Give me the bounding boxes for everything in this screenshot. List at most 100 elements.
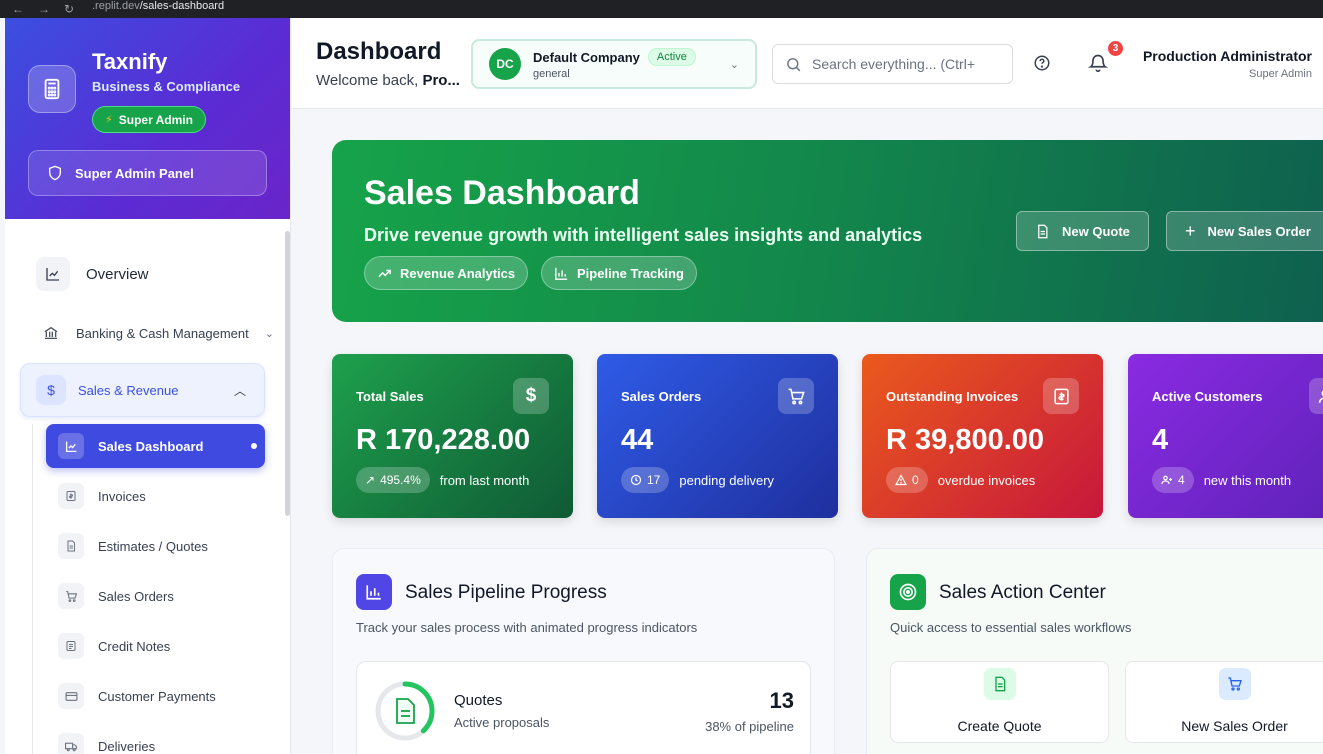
sidebar-item-label: Sales Orders (98, 588, 174, 604)
super-admin-panel-label: Super Admin Panel (75, 165, 194, 181)
sidebar-item-label: Sales Dashboard (98, 438, 204, 454)
new-quote-button[interactable]: New Quote (1016, 211, 1149, 251)
reload-icon[interactable]: ↻ (64, 2, 74, 16)
browser-nav: ← → ↻ (0, 2, 92, 16)
search-icon (787, 57, 801, 71)
pipeline-tracking-chip[interactable]: Pipeline Tracking (541, 256, 697, 290)
company-info: Default Company Active general (533, 48, 696, 80)
browser-bar: ← → ↻ .replit.dev/sales-dashboard (0, 0, 1323, 18)
users-icon (1309, 378, 1323, 414)
new-sales-order-button[interactable]: + New Sales Order (1166, 211, 1323, 251)
search-input[interactable]: Search everything... (Ctrl+ (772, 44, 1013, 84)
welcome-name: Pro... (422, 72, 460, 89)
quotes-count: 13 (769, 688, 794, 713)
document-icon (58, 533, 84, 559)
stat-value: 4 (1152, 424, 1169, 456)
stat-new-value: 4 (1178, 473, 1185, 487)
stat-label: Total Sales (356, 389, 424, 404)
action-label: Create Quote (957, 718, 1042, 734)
company-type: general (533, 68, 570, 80)
sidebar-item-customer-payments[interactable]: Customer Payments (46, 674, 265, 718)
sales-hero-banner: Sales Dashboard Drive revenue growth wit… (332, 140, 1323, 322)
sidebar-item-label: Estimates / Quotes (98, 538, 208, 554)
outstanding-invoices-card[interactable]: Outstanding Invoices R 39,800.00 0 overd… (862, 354, 1103, 518)
stat-overdue-badge: 0 (886, 467, 928, 493)
pipeline-subtitle: Track your sales process with animated p… (356, 620, 698, 635)
target-icon (890, 574, 926, 610)
stat-label: Sales Orders (621, 389, 702, 404)
dollar-icon: $ (36, 375, 66, 405)
document-icon (1038, 224, 1048, 238)
sidebar-item-label: Credit Notes (98, 638, 171, 654)
sidebar-item-label: Overview (86, 265, 149, 283)
create-quote-action[interactable]: Create Quote (890, 661, 1109, 743)
revenue-analytics-chip[interactable]: Revenue Analytics (364, 256, 529, 290)
url-prefix: .replit.dev (92, 0, 140, 12)
stat-footer: 17 pending delivery (621, 467, 774, 493)
sidebar-item-sales-revenue[interactable]: $ Sales & Revenue ︿ (20, 363, 265, 417)
user-role: Super Admin (1249, 68, 1312, 80)
sidebar-item-sales-orders[interactable]: Sales Orders (46, 574, 265, 618)
super-admin-badge: ⚡ Super Admin (92, 106, 206, 133)
bank-icon (36, 316, 66, 350)
super-admin-panel-button[interactable]: Super Admin Panel (28, 150, 267, 196)
chevron-down-icon: ⌄ (264, 327, 274, 340)
sidebar: Taxnify Business & Compliance ⚡ Super Ad… (5, 18, 291, 754)
warning-icon (895, 474, 907, 486)
sidebar-scrollbar[interactable] (285, 231, 290, 516)
total-sales-card[interactable]: Total Sales $ R 170,228.00 ↗ 495.4% from … (332, 354, 573, 518)
line-chart-icon (58, 433, 84, 459)
sidebar-item-estimates[interactable]: Estimates / Quotes (46, 524, 265, 568)
help-button[interactable] (1033, 54, 1051, 77)
sales-pipeline-panel: Sales Pipeline Progress Track your sales… (332, 548, 835, 754)
sales-action-center-panel: Sales Action Center Quick access to esse… (866, 548, 1323, 754)
chip-label: Revenue Analytics (400, 265, 516, 281)
new-sales-order-action[interactable]: New Sales Order (1125, 661, 1323, 743)
help-icon (1034, 55, 1050, 71)
sidebar-nav: Overview Banking & Cash Management ⌄ $ S… (5, 219, 290, 754)
forward-icon[interactable]: → (38, 2, 50, 16)
quotes-subtitle: Active proposals (454, 715, 550, 730)
stat-label: Active Customers (1152, 389, 1263, 404)
sidebar-item-banking[interactable]: Banking & Cash Management ⌄ (36, 316, 274, 350)
company-selector[interactable]: DC Default Company Active general ⌄ (471, 39, 757, 89)
sidebar-item-invoices[interactable]: Invoices (46, 474, 265, 518)
active-dot (251, 443, 257, 449)
back-icon[interactable]: ← (12, 2, 24, 16)
document-icon (983, 668, 1016, 700)
sidebar-item-label: Deliveries (98, 738, 156, 754)
sidebar-item-credit-notes[interactable]: Credit Notes (46, 624, 265, 668)
sidebar-item-overview[interactable]: Overview (36, 257, 149, 291)
document-icon (396, 698, 415, 724)
search-placeholder: Search everything... (Ctrl+ (812, 56, 976, 72)
active-customers-card[interactable]: Active Customers 4 4 new this month (1128, 354, 1323, 518)
stat-footer: ↗ 495.4% from last month (356, 467, 529, 493)
notifications-button[interactable] (1087, 53, 1109, 78)
clock-icon (630, 474, 642, 486)
company-status-badge: Active (647, 48, 696, 66)
url-bar[interactable]: .replit.dev/sales-dashboard (92, 0, 224, 12)
cart-icon (778, 378, 814, 414)
invoice-icon (58, 483, 84, 509)
invoice-icon (1043, 378, 1079, 414)
trend-chart-icon (36, 257, 70, 291)
bar-chart-icon (555, 267, 568, 280)
company-name: Default Company (533, 49, 640, 65)
calculator-icon (28, 65, 76, 113)
user-name[interactable]: Production Administrator (1143, 48, 1312, 64)
sidebar-item-sales-dashboard[interactable]: Sales Dashboard (46, 424, 265, 468)
credit-note-icon (58, 633, 84, 659)
stat-footer-text: pending delivery (679, 472, 775, 488)
sidebar-item-deliveries[interactable]: Deliveries (46, 724, 265, 754)
plus-icon: + (1185, 220, 1196, 241)
stat-label: Outstanding Invoices (886, 389, 1019, 404)
pipeline-quotes-card[interactable]: Quotes Active proposals 13 38% of pipeli… (356, 661, 811, 754)
stat-change-badge: ↗ 495.4% (356, 467, 430, 493)
action-label: New Sales Order (1181, 718, 1288, 734)
company-name-row: Default Company Active (533, 48, 696, 66)
sales-orders-card[interactable]: Sales Orders 44 17 pending delivery (597, 354, 838, 518)
new-quote-label: New Quote (1062, 223, 1130, 239)
bolt-icon: ⚡ (105, 114, 113, 126)
hero-subtitle: Drive revenue growth with intelligent sa… (364, 225, 923, 245)
stat-overdue-value: 0 (912, 473, 919, 487)
